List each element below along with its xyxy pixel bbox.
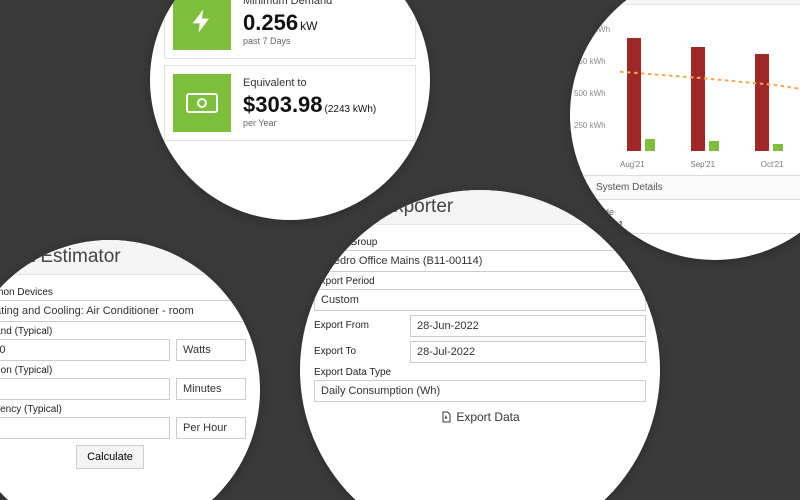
money-icon <box>173 74 231 132</box>
equivalent-sub: per Year <box>243 118 376 129</box>
common-devices-select[interactable] <box>0 300 246 322</box>
equivalent-value: $303.98(2243 kWh) <box>243 91 376 119</box>
cost-estimator-title: Cost Estimator <box>0 246 121 268</box>
calculate-button[interactable]: Calculate <box>76 445 144 469</box>
display-group-select[interactable] <box>314 250 646 272</box>
frequency-unit-select[interactable] <box>176 417 246 439</box>
export-data-type-select[interactable] <box>314 380 646 402</box>
min-demand-sub: past 7 Days <box>243 36 332 47</box>
export-from-input[interactable] <box>410 315 646 337</box>
equivalent-tile: Equivalent to $303.98(2243 kWh) per Year <box>164 65 416 141</box>
duration-unit-select[interactable] <box>176 378 246 400</box>
demand-input[interactable] <box>0 339 170 361</box>
common-devices-label: Common Devices <box>0 287 246 298</box>
min-demand-value: 0.256kW <box>243 9 332 37</box>
export-period-label: Export Period <box>314 276 646 287</box>
equivalent-label: Equivalent to <box>243 77 376 91</box>
export-period-select[interactable] <box>314 289 646 311</box>
export-data-button[interactable]: Export Data <box>440 410 519 424</box>
min-demand-label: Minimum Demand <box>243 0 332 9</box>
export-data-type-label: Export Data Type <box>314 367 646 378</box>
demand-label: Demand (Typical) <box>0 326 246 337</box>
min-demand-tile: Minimum Demand 0.256kW past 7 Days <box>164 0 416 59</box>
solar-chart: 1000 kWh 750 kWh 500 kWh 250 kWh Aug'21S… <box>572 19 800 169</box>
display-group-label: Display Group <box>314 237 646 248</box>
export-to-input[interactable] <box>410 341 646 363</box>
duration-input[interactable] <box>0 378 170 400</box>
export-to-label: Export To <box>314 346 404 357</box>
export-icon <box>440 411 452 423</box>
latitude-label: Latitude <box>582 207 614 217</box>
latitude-value[interactable]: 40.73061 <box>582 218 800 234</box>
duration-label: Duration (Typical) <box>0 365 246 376</box>
demand-unit-select[interactable] <box>176 339 246 361</box>
bolt-icon <box>173 0 231 50</box>
frequency-label: Frequency (Typical) <box>0 404 246 415</box>
frequency-input[interactable] <box>0 417 170 439</box>
system-details-label: System Details <box>596 182 663 193</box>
export-from-label: Export From <box>314 320 404 331</box>
gauge-icon <box>578 180 590 195</box>
